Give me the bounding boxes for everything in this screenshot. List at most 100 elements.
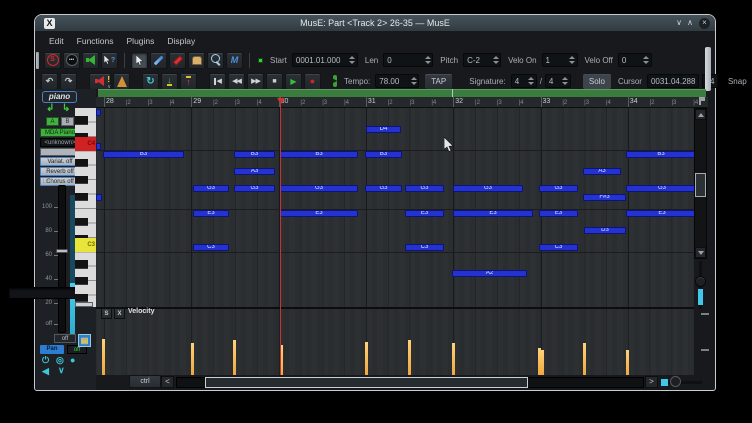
sig-denominator-spinbox[interactable]: 4 <box>545 74 571 88</box>
velocity-bar[interactable] <box>408 340 411 375</box>
close-button[interactable]: × <box>699 18 710 29</box>
midi-note[interactable]: G3 <box>365 185 402 192</box>
toolbar-handle[interactable] <box>36 52 39 69</box>
midi-note[interactable]: B3 <box>234 151 275 158</box>
punch-in-button[interactable]: ↓ <box>161 73 178 90</box>
patch-name[interactable]: <unknown> <box>40 138 80 147</box>
spin-arrows-icon[interactable] <box>409 75 418 87</box>
pointer-tool-button[interactable] <box>131 52 148 69</box>
start-spinbox[interactable]: 0001.01.000 <box>292 53 358 67</box>
scroll-down-button[interactable] <box>695 247 706 258</box>
external-sync-icon[interactable]: ▸ <box>333 75 337 87</box>
midi-note[interactable]: G3 <box>280 185 358 192</box>
velocity-bar[interactable] <box>365 342 368 375</box>
volume-slider-handle[interactable] <box>56 249 68 253</box>
zoom-tool-button[interactable] <box>207 52 224 69</box>
midi-note[interactable]: G3 <box>234 185 275 192</box>
midi-note[interactable]: G3 <box>539 185 578 192</box>
chevron-down-icon[interactable]: ∨ <box>58 365 65 376</box>
panic-button[interactable]: !∨ <box>89 73 111 90</box>
black-key[interactable] <box>75 116 88 124</box>
spin-arrows-icon[interactable] <box>561 75 570 87</box>
black-key[interactable] <box>75 260 88 268</box>
midi-note[interactable]: B3 <box>626 151 694 158</box>
midi-note[interactable]: G3 <box>626 185 694 192</box>
vertical-scrollbar-thumb[interactable] <box>695 173 706 197</box>
whats-this-button[interactable]: ? <box>101 52 118 69</box>
reverb-send-button[interactable]: Reverb off <box>40 167 80 176</box>
midi-note[interactable]: E3 <box>626 210 694 217</box>
horizontal-zoom-knob[interactable] <box>670 376 681 387</box>
lane-solo-button[interactable]: S <box>101 308 112 319</box>
tempo-spinbox[interactable]: 78.00 <box>375 74 419 88</box>
spin-arrows-icon[interactable] <box>423 54 432 66</box>
ctrl-menu-button[interactable]: ctrl <box>129 375 161 388</box>
redo-button[interactable]: ↷ <box>60 73 77 90</box>
midi-note[interactable]: A2 <box>452 270 527 277</box>
part-strip[interactable] <box>98 89 706 97</box>
eraser-tool-button[interactable] <box>169 52 186 69</box>
menu-display[interactable]: Display <box>167 36 195 46</box>
next-part-icon[interactable]: ↳ <box>62 103 70 114</box>
menu-plugins[interactable]: Plugins <box>127 36 155 46</box>
velo-off-spinbox[interactable]: 0 <box>618 53 652 67</box>
rewind-button[interactable]: ◀◀ <box>228 73 245 90</box>
velocity-bar[interactable] <box>626 350 629 375</box>
maximize-button[interactable]: ∧ <box>684 16 696 30</box>
midi-note[interactable]: G3 <box>405 185 444 192</box>
midi-note[interactable]: C3 <box>193 244 229 251</box>
midi-note[interactable]: D3 <box>584 227 626 234</box>
prev-part-icon[interactable]: ↲ <box>46 103 54 114</box>
punch-out-button[interactable]: ↑ <box>180 73 197 90</box>
power-icon[interactable]: ⏻ <box>42 355 49 366</box>
variation-send-button[interactable]: Variat. off <box>40 157 80 166</box>
midi-note[interactable] <box>96 194 102 201</box>
forward-button[interactable]: ▶▶ <box>247 73 264 90</box>
scroll-left-button[interactable]: < <box>161 376 174 388</box>
midi-note[interactable]: E3 <box>539 210 578 217</box>
velocity-bar[interactable] <box>102 339 105 375</box>
midi-note[interactable]: C3 <box>405 244 444 251</box>
black-key[interactable] <box>75 277 88 285</box>
midi-note[interactable]: G3 <box>193 185 229 192</box>
timeline-ruler[interactable]: 28|2|3|429|2|3|430|2|3|431|2|3|432|2|3|4… <box>96 97 708 108</box>
spin-arrows-icon[interactable] <box>527 75 536 87</box>
pencil-tool-button[interactable] <box>150 52 167 69</box>
titlebar[interactable]: X MusE: Part <Track 2> 26-35 — MusE ∨ ∧ … <box>35 15 715 31</box>
bank-a-button[interactable]: A <box>46 117 59 126</box>
bank-program-display[interactable] <box>40 148 80 156</box>
pitch-spinbox[interactable]: C-2 <box>463 53 501 67</box>
midi-note[interactable] <box>96 109 101 116</box>
velocity-lane[interactable] <box>96 307 694 375</box>
velocity-bar[interactable] <box>191 343 194 375</box>
velocity-bar[interactable] <box>233 340 236 375</box>
velocity-bar[interactable] <box>452 343 455 375</box>
tap-button[interactable]: TAP <box>425 74 452 89</box>
vertical-scrollbar[interactable] <box>694 108 707 259</box>
toolbar-overflow-handle[interactable] <box>705 47 711 91</box>
midi-note[interactable]: E3 <box>280 210 358 217</box>
undo-button[interactable]: ↶ <box>41 73 58 90</box>
midi-note[interactable]: F#3 <box>583 194 626 201</box>
scroll-right-button[interactable]: > <box>645 376 658 388</box>
loop-button[interactable]: ↻ <box>142 73 159 90</box>
midi-note[interactable]: B3 <box>365 151 402 158</box>
horizontal-scrollbar-thumb[interactable] <box>205 377 528 388</box>
lane-splitter-handle[interactable] <box>75 302 93 307</box>
solo-button[interactable]: Solo <box>583 74 611 89</box>
volume-slider[interactable] <box>58 185 66 333</box>
midi-note[interactable]: E3 <box>453 210 533 217</box>
midi-note[interactable]: E3 <box>193 210 229 217</box>
instrument-name[interactable]: MDA Piano <box>40 128 80 137</box>
stop-button[interactable]: ■ <box>266 73 283 90</box>
line-tool-button[interactable]: M <box>226 52 243 69</box>
menu-functions[interactable]: Functions <box>77 36 114 46</box>
lane-close-button[interactable]: X <box>114 308 125 319</box>
controller-select-icon[interactable]: ▤ <box>78 334 91 347</box>
spin-arrows-icon[interactable] <box>491 54 500 66</box>
menu-edit[interactable]: Edit <box>49 36 64 46</box>
len-spinbox[interactable]: 0 <box>383 53 433 67</box>
speaker-small-icon[interactable]: ◀ <box>42 366 49 377</box>
black-key[interactable] <box>75 159 88 167</box>
editor-mode-button[interactable]: piano <box>42 91 77 103</box>
